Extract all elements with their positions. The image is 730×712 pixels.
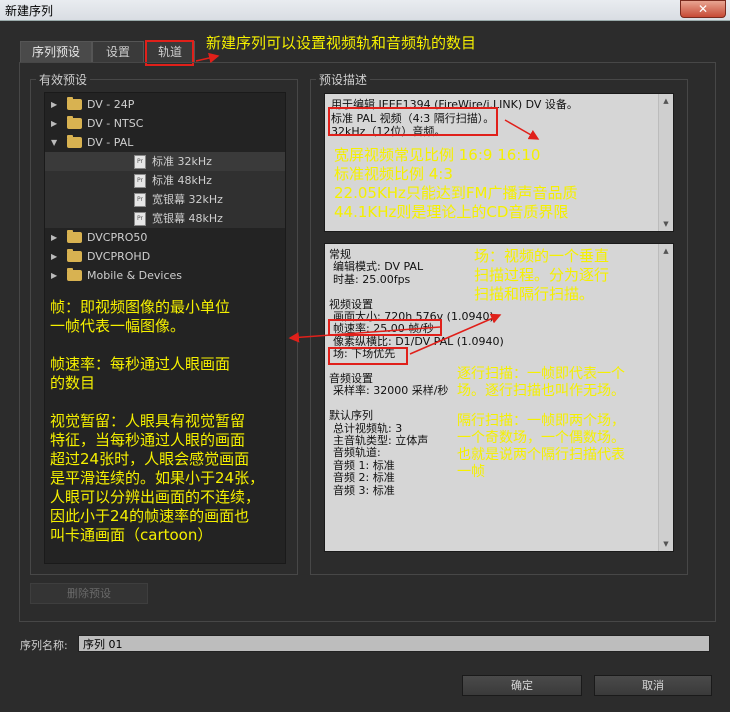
frame-annotation: 帧：即视频图像的最小单位 一帧代表一幅图像。 帧速率：每秒通过人眼画面 的数目 … <box>50 298 265 544</box>
ok-button[interactable]: 确定 <box>462 675 582 696</box>
sequence-name-input[interactable]: 序列 01 <box>78 635 710 652</box>
aspect-annotation: 宽屏视频常见比例 16:9 16:10 标准视频比例 4:3 22.05KHz只… <box>334 146 578 221</box>
sequence-name-label: 序列名称: <box>20 639 68 652</box>
tracks-annotation: 新建序列可以设置视频轨和音频轨的数目 <box>206 34 477 52</box>
aspect-arrow <box>504 119 540 140</box>
interlaced-annotation: 隔行扫描：一帧即两个场， 一个奇数场，一个偶数场。 也就是说两个隔行扫描代表 一… <box>457 413 625 480</box>
field-arrow <box>409 313 502 355</box>
frame-rate-arrow <box>288 326 441 343</box>
tracks-arrow <box>195 52 220 64</box>
field-annotation: 场：视频的一个垂直 扫描过程。分为逐行 扫描和隔行扫描。 <box>474 247 610 303</box>
cancel-button[interactable]: 取消 <box>594 675 712 696</box>
progressive-annotation: 逐行扫描：一帧即代表一个 场。逐行扫描也叫作无场。 <box>457 366 625 399</box>
